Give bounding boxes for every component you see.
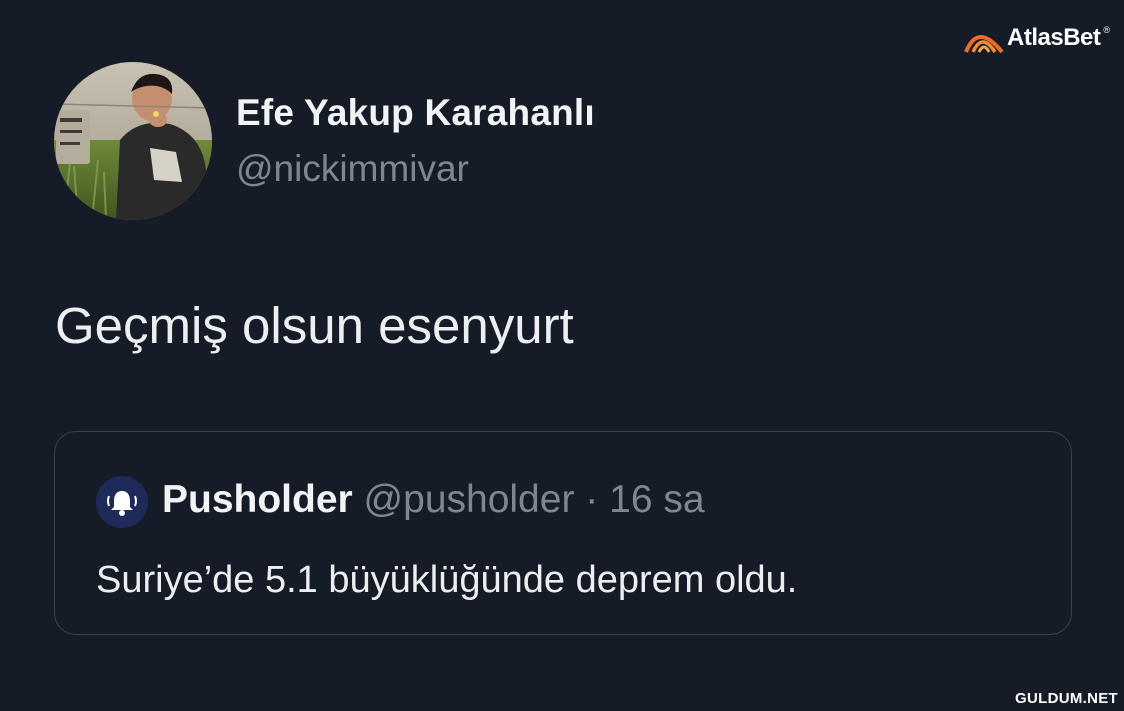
quoted-author-handle[interactable]: @pusholder bbox=[364, 478, 575, 521]
brand-name: AtlasBet bbox=[1007, 24, 1101, 51]
bell-icon bbox=[96, 476, 148, 528]
atlasbet-watermark: AtlasBet ® bbox=[964, 20, 1110, 56]
author-display-name[interactable]: Efe Yakup Karahanlı bbox=[236, 92, 595, 134]
quoted-author-avatar[interactable] bbox=[96, 476, 148, 528]
atlasbet-arc-icon bbox=[964, 35, 1004, 54]
quoted-tweet-timestamp[interactable]: 16 sa bbox=[609, 478, 704, 521]
brand-registered-mark: ® bbox=[1103, 25, 1110, 35]
author-avatar[interactable] bbox=[54, 62, 212, 220]
site-watermark: GULDUM.NET bbox=[1015, 690, 1118, 707]
quoted-tweet-text: Suriye’de 5.1 büyüklüğünde deprem oldu. bbox=[96, 559, 798, 601]
quoted-tweet-header: Pusholder @pusholder · 16 sa bbox=[162, 478, 705, 522]
quoted-tweet-card[interactable]: Pusholder @pusholder · 16 sa Suriye’de 5… bbox=[54, 431, 1072, 635]
tweet-text: Geçmiş olsun esenyurt bbox=[55, 297, 574, 354]
avatar-photo bbox=[54, 62, 212, 220]
quoted-author-name[interactable]: Pusholder bbox=[162, 478, 353, 521]
header-separator: · bbox=[585, 478, 599, 521]
author-handle[interactable]: @nickimmivar bbox=[236, 148, 469, 190]
